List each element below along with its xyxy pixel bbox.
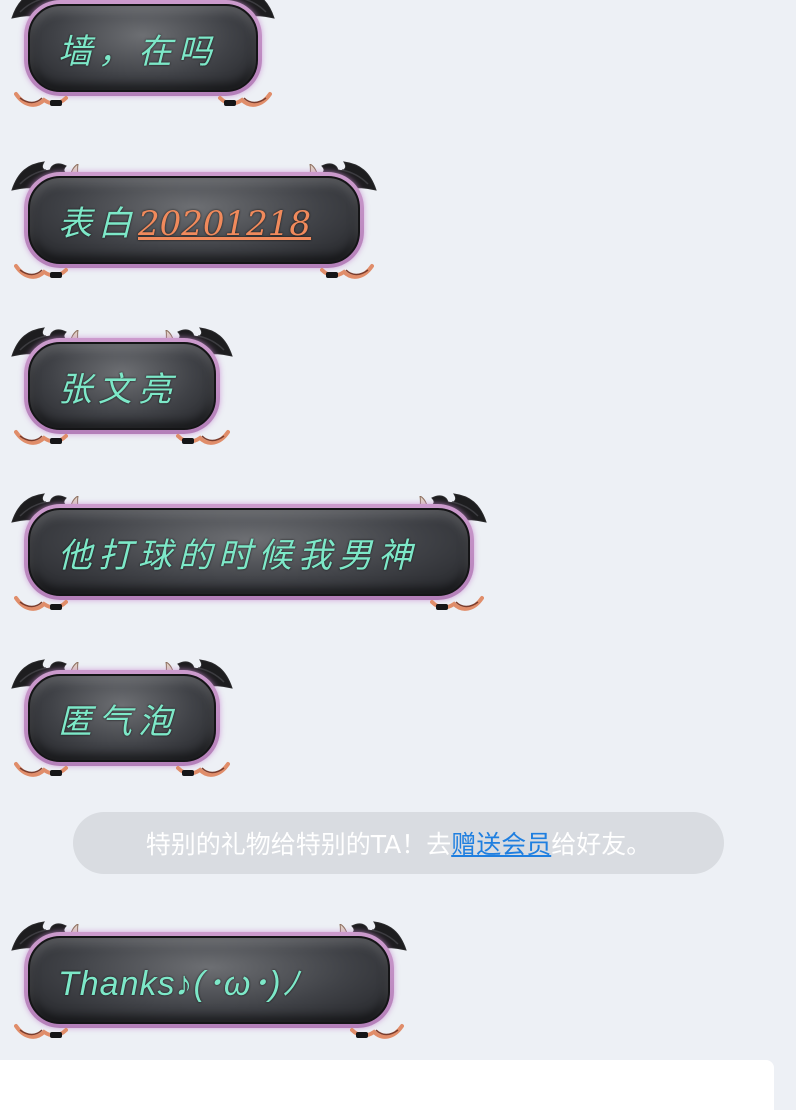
claw-feet-icon (14, 594, 68, 614)
bubble-body: 表白20201218 (28, 176, 360, 264)
claw-feet-icon (14, 90, 68, 110)
message-text-main: 表白 (58, 203, 138, 244)
bubble-body: 张文亮 (28, 342, 216, 430)
claw-feet-icon (176, 760, 230, 780)
chat-bubble[interactable]: 匿气泡 (10, 656, 234, 780)
notice-text-end: 给好友。 (551, 830, 652, 859)
system-notice: 特别的礼物给特别的TA！去 赠送会员 给好友。 (73, 812, 724, 874)
bubble-body: 他打球的时候我男神 (28, 508, 470, 596)
gift-membership-link[interactable]: 赠送会员 (451, 825, 551, 861)
claw-feet-icon (176, 428, 230, 448)
chat-bubble[interactable]: 他打球的时候我男神 (10, 490, 488, 614)
claw-feet-icon (14, 262, 68, 282)
message-text: 他打球的时候我男神 (58, 535, 418, 576)
chat-bubble[interactable]: 墙，在吗 (10, 0, 276, 110)
message-text: 张文亮 (58, 369, 178, 410)
chat-bubble[interactable]: 表白20201218 (10, 158, 378, 282)
claw-feet-icon (430, 594, 484, 614)
claw-feet-icon (218, 90, 272, 110)
chat-bubble[interactable]: 张文亮 (10, 324, 234, 448)
bubble-body: 匿气泡 (28, 674, 216, 762)
message-text: 匿气泡 (58, 701, 178, 742)
message-text: 表白20201218 (58, 196, 311, 245)
notice-text: 特别的礼物给特别的TA！去 (145, 830, 452, 859)
claw-feet-icon (14, 428, 68, 448)
message-text: 墙，在吗 (58, 31, 218, 72)
claw-feet-icon (320, 262, 374, 282)
message-input-area[interactable] (0, 1060, 774, 1110)
message-text: Thanks♪(･ω･)ﾉ (58, 964, 300, 1003)
date-link[interactable]: 20201218 (138, 204, 311, 244)
claw-feet-icon (14, 760, 68, 780)
bubble-body: 墙，在吗 (28, 4, 258, 92)
claw-feet-icon (14, 1022, 68, 1042)
chat-bubble[interactable]: Thanks♪(･ω･)ﾉ (10, 918, 408, 1042)
bubble-body: Thanks♪(･ω･)ﾉ (28, 936, 390, 1024)
claw-feet-icon (350, 1022, 404, 1042)
